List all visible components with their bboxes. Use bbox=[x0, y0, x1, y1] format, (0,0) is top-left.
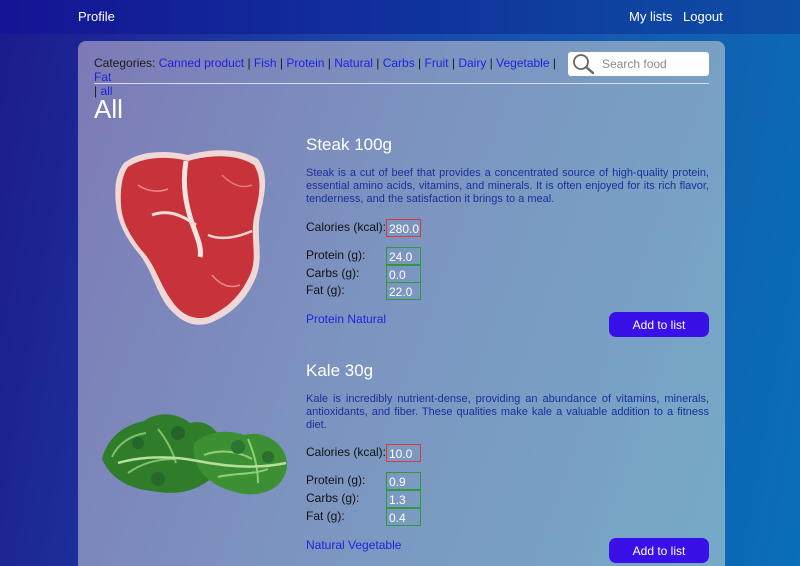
steak-image bbox=[115, 150, 266, 325]
calories-label: Calories (kcal): bbox=[306, 220, 387, 234]
category-filter-bar: Categories: Canned product | Fish | Prot… bbox=[94, 56, 564, 98]
category-link-fruit[interactable]: Fruit bbox=[425, 56, 449, 70]
food-description: Steak is a cut of beef that provides a c… bbox=[306, 167, 709, 205]
separator: | bbox=[324, 56, 335, 70]
protein-label: Protein (g): bbox=[306, 473, 366, 487]
calories-value: 10.0 bbox=[386, 444, 421, 462]
category-link-carbs[interactable]: Carbs bbox=[383, 56, 415, 70]
food-description: Kale is incredibly nutrient-dense, provi… bbox=[306, 393, 709, 431]
fat-label: Fat (g): bbox=[306, 509, 345, 523]
add-to-list-button[interactable]: Add to list bbox=[609, 312, 709, 337]
food-card: Steak 100g Steak is a cut of beef that p… bbox=[78, 131, 725, 351]
separator: | bbox=[448, 56, 459, 70]
separator: | bbox=[244, 56, 254, 70]
food-panel: Categories: Canned product | Fish | Prot… bbox=[78, 41, 725, 566]
protein-value: 0.9 bbox=[386, 472, 421, 490]
carbs-label: Carbs (g): bbox=[306, 266, 360, 280]
category-link-fish[interactable]: Fish bbox=[254, 56, 277, 70]
kale-image bbox=[102, 414, 287, 495]
separator: | bbox=[486, 56, 497, 70]
fat-label: Fat (g): bbox=[306, 283, 345, 297]
separator: | bbox=[549, 56, 556, 70]
nav-profile-link[interactable]: Profile bbox=[78, 9, 115, 24]
fat-value: 0.4 bbox=[386, 508, 421, 526]
fat-value: 22.0 bbox=[386, 282, 421, 300]
protein-label: Protein (g): bbox=[306, 248, 366, 262]
nav-my-lists-link[interactable]: My lists bbox=[629, 9, 672, 24]
calories-value: 280.0 bbox=[386, 219, 421, 237]
add-to-list-button[interactable]: Add to list bbox=[609, 538, 709, 563]
divider bbox=[94, 83, 709, 84]
category-link-vegetable[interactable]: Vegetable bbox=[496, 56, 549, 70]
categories-label: Categories: bbox=[94, 56, 156, 70]
food-tags-link[interactable]: Natural Vegetable bbox=[306, 538, 401, 552]
search-box[interactable] bbox=[568, 52, 709, 76]
category-link-protein[interactable]: Protein bbox=[286, 56, 324, 70]
carbs-value: 1.3 bbox=[386, 490, 421, 508]
page-title: All bbox=[94, 94, 123, 124]
food-title: Steak 100g bbox=[306, 135, 393, 154]
carbs-value: 0.0 bbox=[386, 265, 421, 283]
search-icon[interactable] bbox=[572, 53, 596, 75]
search-input[interactable] bbox=[602, 55, 706, 73]
carbs-label: Carbs (g): bbox=[306, 491, 360, 505]
top-navbar: Profile My lists Logout bbox=[0, 0, 800, 34]
category-link-canned-product[interactable]: Canned product bbox=[159, 56, 244, 70]
category-link-natural[interactable]: Natural bbox=[334, 56, 373, 70]
separator: | bbox=[372, 56, 383, 70]
separator: | bbox=[414, 56, 425, 70]
category-link-dairy[interactable]: Dairy bbox=[458, 56, 486, 70]
separator: | bbox=[276, 56, 287, 70]
food-card: Kale 30g Kale is incredibly nutrient-den… bbox=[78, 357, 725, 566]
food-title: Kale 30g bbox=[306, 361, 374, 380]
food-tags-link[interactable]: Protein Natural bbox=[306, 312, 386, 326]
protein-value: 24.0 bbox=[386, 247, 421, 265]
nav-logout-link[interactable]: Logout bbox=[683, 9, 723, 24]
category-link-fat[interactable]: Fat bbox=[94, 70, 111, 84]
calories-label: Calories (kcal): bbox=[306, 445, 387, 459]
